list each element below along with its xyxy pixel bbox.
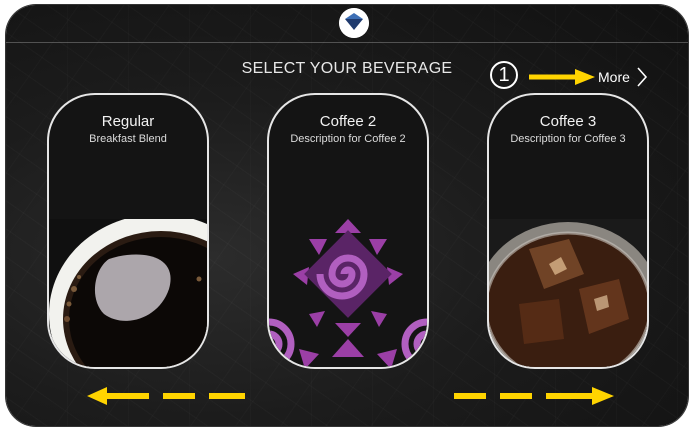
beverage-name: Coffee 2 bbox=[319, 113, 377, 130]
beverage-name: Regular bbox=[101, 113, 155, 130]
chevron-right-icon bbox=[637, 67, 647, 87]
scroll-right-arrow-icon[interactable] bbox=[454, 386, 614, 406]
header-divider bbox=[6, 42, 688, 43]
brand-logo bbox=[339, 8, 369, 38]
beverage-description: Breakfast Blend bbox=[89, 133, 167, 145]
kiosk-screen: SELECT YOUR BEVERAGE 1 More Regular Brea… bbox=[6, 5, 688, 426]
hot-coffee-image bbox=[49, 214, 207, 367]
beverage-description: Description for Coffee 2 bbox=[290, 133, 406, 145]
beverage-description: Description for Coffee 3 bbox=[510, 133, 626, 145]
beverage-name: Coffee 3 bbox=[539, 113, 597, 130]
beverage-card-regular[interactable]: Regular Breakfast Blend bbox=[47, 93, 209, 369]
scroll-left-arrow-icon[interactable] bbox=[87, 386, 247, 406]
step-number-badge: 1 bbox=[490, 61, 518, 89]
placeholder-pattern-image bbox=[269, 219, 427, 367]
beverage-card-coffee-2[interactable]: Coffee 2 Description for Coffee 2 bbox=[267, 93, 429, 369]
more-button-label: More bbox=[598, 69, 630, 85]
more-button[interactable]: More bbox=[598, 65, 648, 89]
annotation-arrow-right-icon bbox=[529, 69, 595, 85]
iced-coffee-image bbox=[489, 219, 647, 367]
beverage-card-coffee-3[interactable]: Coffee 3 Description for Coffee 3 bbox=[487, 93, 649, 369]
